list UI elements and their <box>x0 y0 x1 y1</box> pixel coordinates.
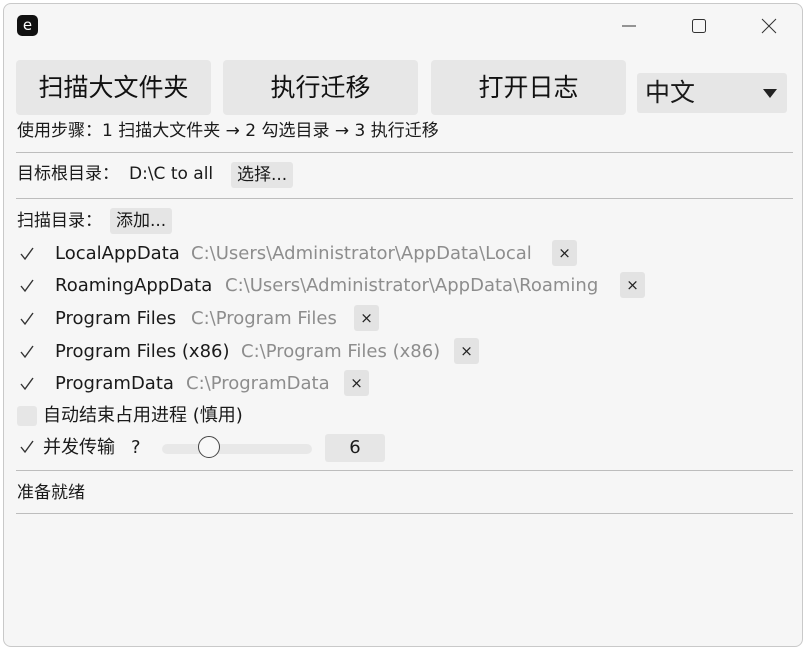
language-value: 中文 <box>645 78 696 107</box>
app-icon: e <box>17 15 38 36</box>
open-log-button[interactable]: 打开日志 <box>431 60 626 115</box>
remove-dir-button[interactable]: × <box>620 272 645 298</box>
execute-migration-button[interactable]: 执行迁移 <box>223 60 418 115</box>
checkbox-checked[interactable] <box>17 374 37 394</box>
dir-path: C:\ProgramData <box>186 373 330 394</box>
list-item: ProgramData C:\ProgramData × <box>4 370 802 398</box>
title-bar: e <box>4 4 802 48</box>
target-root-label: 目标根目录： <box>17 164 119 184</box>
list-item: Program Files (x86) C:\Program Files (x8… <box>4 338 802 366</box>
concurrency-slider-track[interactable] <box>162 444 312 454</box>
add-directory-button[interactable]: 添加... <box>110 208 173 234</box>
remove-dir-button[interactable]: × <box>354 305 379 331</box>
status-text: 准备就绪 <box>17 483 85 503</box>
minimize-icon <box>622 25 636 27</box>
remove-dir-button[interactable]: × <box>344 370 369 396</box>
auto-kill-checkbox[interactable] <box>17 406 37 426</box>
maximize-icon <box>692 19 706 33</box>
checkbox-checked[interactable] <box>17 309 37 329</box>
language-select[interactable]: 中文 <box>637 73 787 113</box>
concurrency-checkbox[interactable] <box>17 437 37 457</box>
scan-large-folders-button[interactable]: 扫描大文件夹 <box>16 60 211 115</box>
list-item: Program Files C:\Program Files × <box>4 305 802 333</box>
remove-dir-button[interactable]: × <box>552 240 577 266</box>
dropdown-arrow-icon <box>763 89 777 98</box>
choose-target-button[interactable]: 选择... <box>231 162 294 188</box>
app-window: e 扫描大文件夹 执行迁移 打开日志 中文 使用步骤：1 扫描大文件夹 → 2 … <box>3 3 803 647</box>
list-item: RoamingAppData C:\Users\Administrator\Ap… <box>4 272 802 300</box>
concurrency-help-icon[interactable]: ? <box>131 437 141 459</box>
divider <box>16 513 793 514</box>
close-button[interactable] <box>734 4 802 48</box>
divider <box>16 198 793 199</box>
dir-name: ProgramData <box>55 373 174 394</box>
checkbox-checked[interactable] <box>17 276 37 296</box>
dir-name: Program Files <box>55 308 177 329</box>
dir-name: Program Files (x86) <box>55 341 230 362</box>
dir-path: C:\Users\Administrator\AppData\Roaming <box>225 275 599 296</box>
maximize-button[interactable] <box>664 4 734 48</box>
concurrency-slider-thumb[interactable] <box>198 436 220 458</box>
close-icon <box>761 18 777 34</box>
target-root-value: D:\C to all <box>129 164 214 184</box>
minimize-button[interactable] <box>594 4 664 48</box>
dir-path: C:\Program Files <box>191 308 337 329</box>
scan-dirs-label: 扫描目录： <box>17 211 102 231</box>
dir-path: C:\Users\Administrator\AppData\Local <box>191 243 532 264</box>
steps-instructions: 使用步骤：1 扫描大文件夹 → 2 勾选目录 → 3 执行迁移 <box>17 121 439 141</box>
concurrency-value-field[interactable]: 6 <box>325 434 385 462</box>
dir-path: C:\Program Files (x86) <box>241 341 441 362</box>
auto-kill-label: 自动结束占用进程 (慎用) <box>43 405 243 426</box>
list-item: LocalAppData C:\Users\Administrator\AppD… <box>4 240 802 268</box>
divider <box>16 152 793 153</box>
checkbox-checked[interactable] <box>17 244 37 264</box>
checkbox-checked[interactable] <box>17 342 37 362</box>
dir-name: RoamingAppData <box>55 275 213 296</box>
remove-dir-button[interactable]: × <box>454 338 479 364</box>
dir-name: LocalAppData <box>55 243 180 264</box>
concurrency-label: 并发传输 <box>43 437 115 458</box>
divider <box>16 470 793 471</box>
